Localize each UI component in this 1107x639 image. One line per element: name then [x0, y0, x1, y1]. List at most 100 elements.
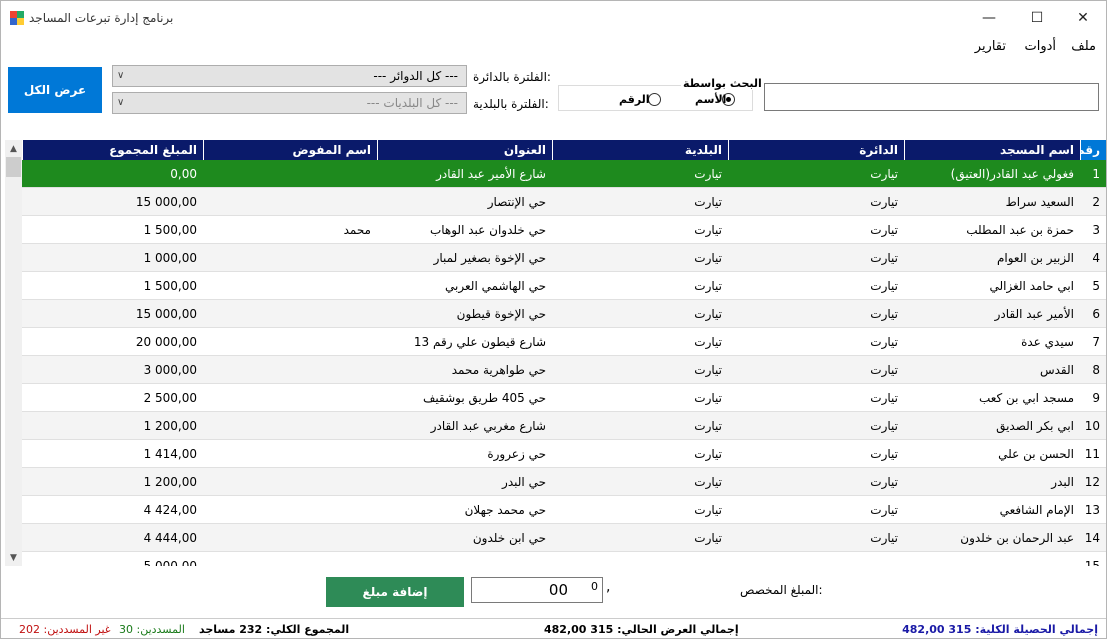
cell-delegate [203, 468, 377, 496]
cell-amount: 1 000,00 [143, 251, 197, 265]
cell-amount: 4 444,00 [143, 531, 197, 545]
cell-name: ابي بكر الصديق [996, 419, 1074, 433]
table-row[interactable]: 4 الزبير بن العوام تيارت تيارت حي الإخوة بصغ… [22, 244, 1106, 272]
cell-municipality: تيارت [694, 531, 722, 545]
add-amount-button[interactable]: إضافة مبلغ [326, 577, 464, 607]
header-address[interactable]: العنوان [377, 140, 552, 160]
cell-amount: 15 000,00 [135, 307, 197, 321]
cell-delegate [203, 440, 377, 468]
chevron-down-icon[interactable]: ▼ [5, 549, 22, 566]
cell-district: تيارت [870, 475, 898, 489]
table-row[interactable]: 3 حمزة بن عبد المطلب تيارت تيارت حي خلدوان ع… [22, 216, 1106, 244]
cell-num: 14 [1084, 531, 1100, 545]
header-mosque-name[interactable]: اسم المسجد [904, 140, 1080, 160]
menu-reports[interactable]: تقارير [975, 39, 1006, 54]
vertical-scrollbar[interactable]: ▲ ▼ [5, 140, 22, 566]
municipality-filter-label: الفلترة بالبلدية: [473, 97, 549, 111]
cell-num: 1 [1092, 167, 1100, 181]
cell-address: حي طواهرية محمد [451, 363, 546, 377]
table-row[interactable]: 9 مسجد ابي بن كعب تيارت تيارت حي 405 طريق بو… [22, 384, 1106, 412]
amount-stepper[interactable]: 0 [591, 580, 598, 593]
cell-delegate [203, 244, 377, 272]
cell-name: الزبير بن العوام [996, 251, 1074, 265]
cell-num: 8 [1092, 363, 1100, 377]
cell-district: تيارت [870, 167, 898, 181]
cell-district: تيارت [870, 503, 898, 517]
title-bar: برنامج إدارة تبرعات المساجد — ☐ ✕ [1, 1, 1106, 35]
cell-district: تيارت [870, 195, 898, 209]
cell-address: شارع مغربي عبد القادر [430, 419, 546, 433]
cell-municipality: تيارت [694, 307, 722, 321]
header-amount[interactable]: المبلغ المجموع [22, 140, 203, 160]
cell-amount: 4 424,00 [143, 503, 197, 517]
table-row[interactable]: 15 5 000,00 [22, 552, 1106, 566]
cell-address: حي 405 طريق بوشقيف [423, 391, 546, 405]
cell-municipality [552, 552, 728, 566]
maximize-icon[interactable]: ☐ [1014, 1, 1060, 35]
district-filter-select[interactable]: --- كل الدوائر --- ∨ [112, 65, 467, 87]
search-by-number-label: الرقم [619, 93, 650, 106]
search-by-name-label: الأسم [695, 93, 727, 106]
header-municipality[interactable]: البلدية [552, 140, 728, 160]
table-row[interactable]: 2 السعيد سراط تيارت تيارت حي الإنتصار 15 000,… [22, 188, 1106, 216]
cell-municipality: تيارت [694, 335, 722, 349]
cell-num: 9 [1092, 391, 1100, 405]
header-district[interactable]: الدائرة [728, 140, 904, 160]
cell-municipality: تيارت [694, 475, 722, 489]
table-row[interactable]: 10 ابي بكر الصديق تيارت تيارت شارع مغربي عبد… [22, 412, 1106, 440]
cell-municipality: تيارت [694, 447, 722, 461]
cell-district: تيارت [870, 335, 898, 349]
show-all-button[interactable]: عرض الكل [8, 67, 102, 113]
close-icon[interactable]: ✕ [1060, 1, 1106, 35]
cell-name: الأمير عبد القادر [994, 307, 1074, 321]
cell-address: حي خلدوان عبد الوهاب [429, 223, 546, 237]
cell-delegate [203, 356, 377, 384]
menu-file[interactable]: ملف [1071, 39, 1096, 54]
status-paid: المسددين: 30 [119, 623, 185, 636]
cell-amount: 20 000,00 [135, 335, 197, 349]
cell-district: تيارت [870, 363, 898, 377]
scrollbar-thumb[interactable] [6, 157, 21, 177]
table-row[interactable]: 11 الحسن بن علي تيارت تيارت حي زعرورة 1 414,0… [22, 440, 1106, 468]
header-number[interactable]: رقم [1080, 140, 1106, 160]
table-row[interactable]: 8 القدس تيارت تيارت حي طواهرية محمد 3 000,00 [22, 356, 1106, 384]
district-filter-label: الفلترة بالدائرة: [473, 70, 551, 84]
minimize-icon[interactable]: — [966, 1, 1012, 35]
cell-delegate [203, 552, 377, 566]
chevron-up-icon[interactable]: ▲ [5, 140, 22, 157]
district-filter-value: --- كل الدوائر --- [373, 69, 458, 83]
cell-num: 4 [1092, 251, 1100, 265]
amount-input[interactable]: 00 0 [471, 577, 603, 603]
cell-delegate: محمد [343, 223, 371, 237]
cell-municipality: تيارت [694, 223, 722, 237]
cell-address: حي محمد جهلان [464, 503, 546, 517]
table-header: رقماسم المسجدالدائرةالبلديةالعنواناسم ال… [22, 140, 1106, 160]
cell-name: الحسن بن علي [998, 447, 1074, 461]
cell-district: تيارت [870, 307, 898, 321]
status-bar: إجمالي الحصيلة الكلية: 315 482,00 إجمالي… [1, 618, 1106, 638]
cell-name: ابي حامد الغزالي [989, 279, 1075, 293]
cell-amount: 1 500,00 [143, 279, 197, 293]
table-row[interactable]: 5 ابي حامد الغزالي تيارت تيارت حي الهاشمي ال… [22, 272, 1106, 300]
search-by-number-radio[interactable] [648, 93, 661, 106]
table-row[interactable]: 14 عبد الرحمان بن خلدون تيارت تيارت حي ابن خ… [22, 524, 1106, 552]
table-row[interactable]: 6 الأمير عبد القادر تيارت تيارت حي الإخوة قي… [22, 300, 1106, 328]
table-row[interactable]: 12 البدر تيارت تيارت حي البدر 1 200,00 [22, 468, 1106, 496]
municipality-filter-select[interactable]: --- كل البلديات --- ∨ [112, 92, 467, 114]
municipality-filter-value: --- كل البلديات --- [366, 96, 458, 110]
amount-separator: , [606, 579, 611, 595]
cell-district: تيارت [870, 223, 898, 237]
table-row[interactable]: 7 سيدي عدة تيارت تيارت شارع قيطون علي رقم 13… [22, 328, 1106, 356]
cell-amount: 1 500,00 [143, 223, 197, 237]
menu-tools[interactable]: أدوات [1024, 39, 1056, 54]
table-row[interactable]: 1 فغولي عبد القادر(العتيق) تيارت تيارت شارع … [22, 160, 1106, 188]
cell-name: البدر [1051, 475, 1074, 489]
table-row[interactable]: 13 الإمام الشافعي تيارت تيارت حي محمد جهلان 4… [22, 496, 1106, 524]
cell-amount: 1 414,00 [143, 447, 197, 461]
header-delegate[interactable]: اسم المفوض [203, 140, 377, 160]
cell-num: 12 [1084, 475, 1100, 489]
cell-amount: 2 500,00 [143, 391, 197, 405]
cell-district [728, 552, 904, 566]
search-input[interactable] [764, 83, 1099, 111]
cell-amount: 15 000,00 [135, 195, 197, 209]
